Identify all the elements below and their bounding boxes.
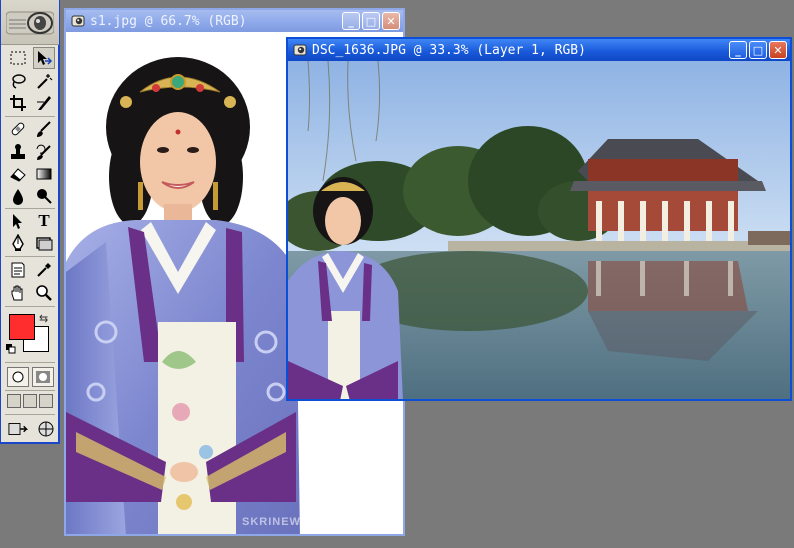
shape-icon [36, 237, 53, 251]
swap-colors-icon[interactable]: ⇆ [39, 312, 48, 325]
document-canvas[interactable] [288, 61, 790, 399]
palace-lake-photo [288, 61, 790, 399]
path-selection-icon [13, 214, 22, 229]
lasso-tool[interactable] [7, 70, 29, 92]
pen-icon [12, 234, 24, 251]
type-icon: T [38, 211, 50, 230]
toolbox-header [1, 0, 59, 45]
crop-tool[interactable] [7, 92, 29, 114]
dodge-tool[interactable] [33, 185, 55, 207]
maximize-button[interactable]: □ [749, 41, 767, 59]
maximize-button[interactable]: □ [362, 12, 380, 30]
eraser-tool[interactable] [7, 163, 29, 185]
toolbox-panel: T ⇆ [0, 0, 60, 444]
history-brush-tool[interactable] [33, 141, 55, 163]
jump-to-imageready-button[interactable] [7, 418, 33, 440]
watermark-text: SKRINEWS [242, 516, 310, 528]
foreground-color-swatch[interactable] [9, 314, 35, 340]
imageready-globe-icon [38, 421, 54, 437]
rectangular-marquee-tool[interactable] [7, 47, 29, 69]
standard-screen-mode-button[interactable] [7, 394, 21, 408]
close-button[interactable]: ✕ [769, 41, 787, 59]
eyedropper-icon [37, 263, 51, 277]
clone-stamp-icon [11, 144, 25, 159]
window-title: DSC_1636.JPG @ 33.3% (Layer 1, RGB) [312, 42, 586, 58]
standard-mode-icon [12, 371, 24, 383]
slice-icon [37, 96, 51, 110]
notes-tool[interactable] [7, 259, 29, 281]
toolbox-divider [5, 116, 55, 117]
eyedropper-tool[interactable] [33, 259, 55, 281]
quick-mask-mode-button[interactable] [32, 367, 54, 387]
pen-tool[interactable] [7, 232, 29, 254]
magic-wand-tool[interactable] [33, 70, 55, 92]
move-tool[interactable] [33, 47, 55, 69]
gradient-tool[interactable] [33, 163, 55, 185]
lasso-icon [12, 74, 26, 89]
minimize-button[interactable]: _ [729, 41, 747, 59]
imageready-icon-button[interactable] [35, 418, 57, 440]
close-button[interactable]: ✕ [382, 12, 400, 30]
jump-to-imageready-icon [8, 423, 29, 435]
toolbox-divider [5, 208, 55, 209]
move-icon [38, 51, 53, 65]
shape-tool[interactable] [33, 232, 55, 254]
photoshop-eye-logo-icon[interactable] [6, 9, 54, 37]
zoom-icon [36, 285, 52, 301]
blur-icon [13, 189, 23, 205]
document-window-dsc1636[interactable]: DSC_1636.JPG @ 33.3% (Layer 1, RGB) _ □ … [286, 37, 792, 401]
rectangular-marquee-icon [10, 51, 26, 65]
healing-brush-tool[interactable] [7, 118, 29, 140]
hand-tool[interactable] [7, 282, 29, 304]
slice-tool[interactable] [33, 92, 55, 114]
photoshop-document-icon [71, 15, 85, 27]
photoshop-document-icon [293, 44, 307, 56]
toolbox-divider [5, 362, 55, 363]
notes-icon [11, 262, 25, 278]
toolbox-divider [5, 306, 55, 307]
quick-mask-icon [36, 371, 50, 383]
full-screen-mode-button[interactable] [39, 394, 53, 408]
default-colors-icon[interactable] [6, 344, 16, 354]
healing-brush-icon [11, 122, 25, 136]
standard-mode-button[interactable] [7, 367, 29, 387]
minimize-button[interactable]: _ [342, 12, 360, 30]
toolbox-divider [5, 256, 55, 257]
toolbox-divider [5, 414, 55, 415]
toolbox-divider [5, 390, 55, 391]
crop-icon [10, 95, 26, 111]
type-tool[interactable]: T [33, 210, 55, 232]
window-titlebar[interactable]: DSC_1636.JPG @ 33.3% (Layer 1, RGB) _ □ … [288, 39, 790, 61]
full-screen-menu-mode-button[interactable] [23, 394, 37, 408]
blur-tool[interactable] [7, 185, 29, 207]
zoom-tool[interactable] [33, 282, 55, 304]
history-brush-icon [36, 144, 51, 160]
path-selection-tool[interactable] [7, 210, 29, 232]
gradient-icon [36, 168, 52, 180]
dodge-icon [37, 189, 52, 204]
brush-tool[interactable] [33, 118, 55, 140]
hand-icon [11, 285, 23, 301]
magic-wand-icon [37, 74, 53, 89]
window-title: s1.jpg @ 66.7% (RGB) [90, 13, 247, 29]
brush-icon [37, 121, 51, 137]
eraser-icon [10, 168, 26, 182]
clone-stamp-tool[interactable] [7, 141, 29, 163]
window-titlebar[interactable]: s1.jpg @ 66.7% (RGB) _ □ ✕ [66, 10, 403, 32]
